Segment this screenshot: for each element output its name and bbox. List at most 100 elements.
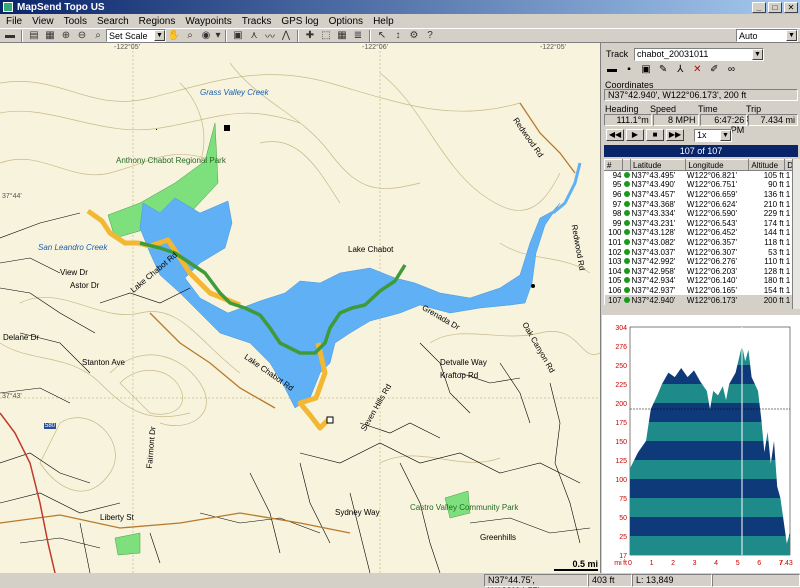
points-table-container: # Latitude Longitude Altitude D 94 N37°43… bbox=[602, 159, 800, 309]
point-latitude: N37°42.937' bbox=[631, 285, 676, 295]
close-button[interactable]: ✕ bbox=[784, 1, 798, 13]
menu-file[interactable]: File bbox=[2, 16, 28, 27]
point-number: 103 bbox=[608, 257, 622, 267]
binoculars-icon[interactable]: ∞ bbox=[724, 63, 738, 76]
stop-button[interactable]: ■ bbox=[646, 129, 664, 141]
mode-select[interactable]: Auto ▼ bbox=[736, 29, 798, 42]
print-icon[interactable]: ▤ bbox=[26, 29, 42, 42]
map-view[interactable]: -122°05' -122°06' -122°05' 37°44' 37°43'… bbox=[0, 43, 600, 573]
maximize-button[interactable]: □ bbox=[768, 1, 782, 13]
chevron-down-icon[interactable]: ▼ bbox=[752, 48, 763, 60]
column-header[interactable]: Latitude bbox=[629, 159, 687, 171]
play-button[interactable]: ▶ bbox=[626, 129, 644, 141]
main-toolbar: ▬ ▤ ▦ ⊕ ⊖ ⌕ Set Scale ▼ ✋ ⌕ ◉ ▾ ▣ ⋏ 〰 ⋀ … bbox=[0, 28, 800, 43]
open-track-icon[interactable]: ▬ bbox=[605, 63, 619, 76]
point-longitude: W122°06.173' bbox=[685, 295, 749, 305]
region-select-icon[interactable]: ⬚ bbox=[318, 29, 334, 42]
y-tick-label: 304 bbox=[615, 325, 627, 332]
table-row[interactable]: 101 N37°43.082' W122°06.357' 118 ft 1 bbox=[605, 238, 794, 248]
menu-tracks[interactable]: Tracks bbox=[238, 16, 278, 27]
table-row[interactable]: 95 N37°43.490' W122°06.751' 90 ft 1 bbox=[605, 180, 794, 190]
minimize-button[interactable]: _ bbox=[752, 1, 766, 13]
zoom-tool-icon[interactable]: ⌕ bbox=[90, 29, 106, 42]
point-number: 105 bbox=[608, 276, 622, 286]
menu-tools[interactable]: Tools bbox=[60, 16, 93, 27]
y-tick-label: 175 bbox=[615, 420, 627, 427]
settings-icon[interactable]: ⚙ bbox=[406, 29, 422, 42]
column-header[interactable]: Longitude bbox=[685, 159, 750, 171]
zoom-in-icon[interactable]: ⊕ bbox=[58, 29, 74, 42]
point-latitude: N37°43.128' bbox=[631, 228, 676, 238]
menu-options[interactable]: Options bbox=[325, 16, 369, 27]
vertical-arrow-icon[interactable]: ↕ bbox=[390, 29, 406, 42]
dropdown-arrow-icon[interactable]: ▾ bbox=[214, 29, 222, 42]
table-row[interactable]: 100 N37°43.128' W122°06.452' 144 ft 1 bbox=[605, 228, 794, 238]
rewind-button[interactable]: ◀◀ bbox=[606, 129, 624, 141]
image-icon[interactable]: ▣ bbox=[639, 63, 653, 76]
globe-icon[interactable]: ◉ bbox=[198, 29, 214, 42]
point-longitude: W122°06.543' bbox=[686, 218, 737, 228]
delete-icon[interactable]: ✕ bbox=[690, 63, 704, 76]
menu-waypoints[interactable]: Waypoints bbox=[181, 16, 237, 27]
table-row[interactable]: 104 N37°42.958' W122°06.203' 128 ft 1 bbox=[605, 266, 794, 276]
table-row[interactable]: 97 N37°43.368' W122°06.624' 210 ft 1 bbox=[605, 199, 794, 209]
waypoint-add-icon[interactable]: ✚ bbox=[302, 29, 318, 42]
pointer-icon[interactable]: ↖ bbox=[374, 29, 390, 42]
point-altitude: 136 ft bbox=[763, 189, 784, 199]
measure-icon[interactable]: ⋀ bbox=[278, 29, 294, 42]
y-tick-label: 150 bbox=[615, 439, 627, 446]
menu-help[interactable]: Help bbox=[369, 16, 400, 27]
column-header[interactable]: Altitude bbox=[748, 159, 786, 171]
split-track-icon[interactable]: ⅄ bbox=[673, 63, 687, 76]
track-select[interactable]: chabot_20031011 ▼ bbox=[634, 47, 764, 61]
point-latitude: N37°42.940' bbox=[630, 295, 686, 305]
playback-speed-select[interactable]: 1x ▼ bbox=[694, 128, 732, 142]
save-track-icon[interactable]: ▪ bbox=[622, 63, 636, 76]
help-icon[interactable]: ? bbox=[422, 29, 438, 42]
menu-regions[interactable]: Regions bbox=[135, 16, 182, 27]
menu-view[interactable]: View bbox=[28, 16, 60, 27]
menu-search[interactable]: Search bbox=[93, 16, 135, 27]
speed-value: 8 MPH bbox=[652, 114, 699, 126]
map-icon[interactable]: ▣ bbox=[230, 29, 246, 42]
table-row[interactable]: 96 N37°43.457' W122°06.659' 136 ft 1 bbox=[605, 190, 794, 200]
pan-hand-icon[interactable]: ✋ bbox=[166, 29, 182, 42]
menu-gps-log[interactable]: GPS log bbox=[277, 16, 324, 27]
route-icon[interactable]: ⋏ bbox=[246, 29, 262, 42]
point-altitude: 128 ft bbox=[763, 266, 784, 276]
playback-speed-value: 1x bbox=[697, 130, 707, 140]
fast-forward-button[interactable]: ▶▶ bbox=[666, 129, 684, 141]
point-altitude: 154 ft bbox=[763, 285, 784, 295]
table-row[interactable]: 98 N37°43.334' W122°06.590' 229 ft 1 bbox=[605, 209, 794, 219]
zoom-out-icon[interactable]: ⊖ bbox=[74, 29, 90, 42]
print-preview-icon[interactable]: ▦ bbox=[42, 29, 58, 42]
grid-icon[interactable]: ▦ bbox=[334, 29, 350, 42]
pencil-icon[interactable]: ✐ bbox=[707, 63, 721, 76]
toolbar-separator bbox=[21, 29, 23, 42]
table-row[interactable]: 107 N37°42.940' W122°06.173' 200 ft 1 bbox=[604, 295, 794, 305]
chevron-down-icon[interactable]: ▼ bbox=[154, 30, 165, 41]
chevron-down-icon[interactable]: ▼ bbox=[786, 30, 797, 41]
table-row[interactable]: 94 N37°43.495' W122°06.821' 105 ft 1 bbox=[605, 171, 794, 181]
track-icon[interactable]: 〰 bbox=[262, 29, 278, 43]
table-row[interactable]: 102 N37°43.037' W122°06.307' 53 ft 1 bbox=[605, 247, 794, 257]
table-row[interactable]: 105 N37°42.934' W122°06.140' 180 ft 1 bbox=[605, 276, 794, 286]
x-tick-label: 7.43 bbox=[779, 560, 793, 567]
point-longitude: W122°06.276' bbox=[686, 257, 737, 267]
table-row[interactable]: 103 N37°42.992' W122°06.276' 110 ft 1 bbox=[605, 257, 794, 267]
scale-select[interactable]: Set Scale ▼ bbox=[106, 29, 166, 42]
column-header[interactable]: # bbox=[604, 159, 623, 171]
points-table-scrollbar[interactable] bbox=[792, 159, 800, 309]
point-counter: 107 of 107 bbox=[604, 145, 798, 157]
open-folder-icon[interactable]: ▬ bbox=[2, 29, 18, 42]
table-row[interactable]: 106 N37°42.937' W122°06.165' 154 ft 1 bbox=[605, 286, 794, 296]
y-tick-label: 100 bbox=[615, 477, 627, 484]
find-icon[interactable]: ⌕ bbox=[182, 29, 198, 42]
table-row[interactable]: 99 N37°43.231' W122°06.543' 174 ft 1 bbox=[605, 218, 794, 228]
y-tick-label: 50 bbox=[619, 515, 627, 522]
column-header[interactable] bbox=[622, 159, 631, 171]
point-longitude: W122°06.659' bbox=[686, 189, 737, 199]
chevron-down-icon[interactable]: ▼ bbox=[720, 129, 731, 141]
layers-icon[interactable]: ≣ bbox=[350, 29, 366, 42]
edit-track-icon[interactable]: ✎ bbox=[656, 63, 670, 76]
